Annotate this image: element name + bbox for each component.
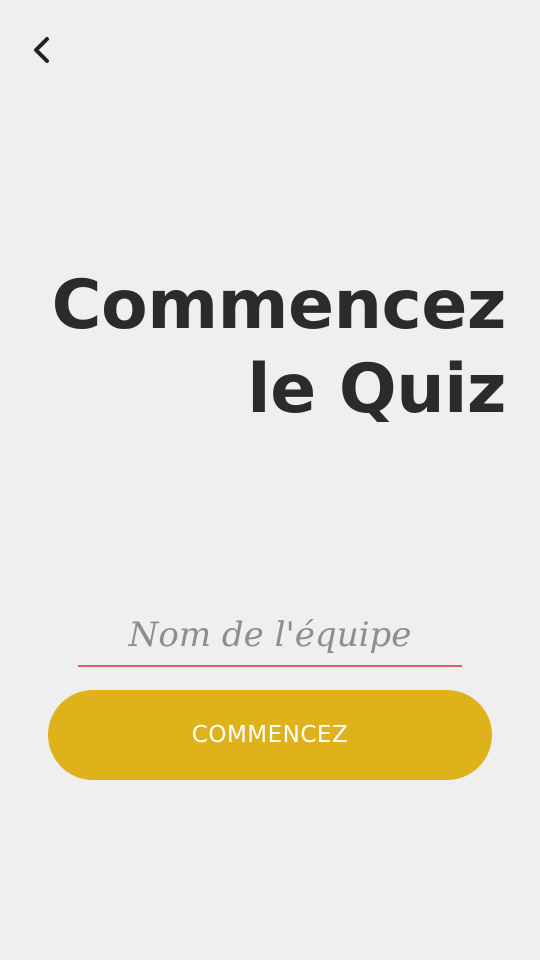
page-title-line-1: Commencez (51, 266, 507, 345)
page-title-line-2: le Quiz (247, 350, 506, 429)
back-button[interactable] (22, 30, 62, 70)
page-title: Commencez le Quiz (51, 264, 507, 432)
team-name-input[interactable] (78, 610, 462, 667)
start-quiz-button[interactable]: COMMENCEZ (48, 690, 492, 780)
chevron-left-icon (30, 34, 54, 66)
